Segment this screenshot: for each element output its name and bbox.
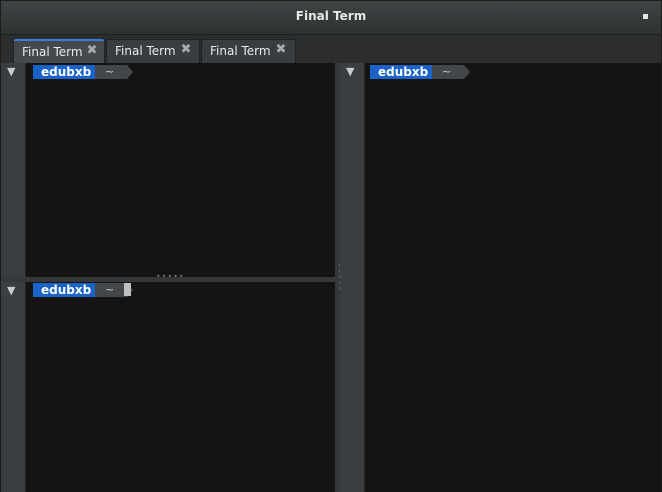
title-bar[interactable]: Final Term bbox=[1, 1, 661, 35]
collapse-triangle-icon[interactable]: ▼ bbox=[7, 65, 15, 78]
tab-label: Final Term bbox=[210, 44, 271, 58]
prompt-end-icon bbox=[464, 65, 470, 79]
splitter-grip-icon: ••••• bbox=[156, 272, 185, 281]
prompt-user: edubxb bbox=[33, 65, 95, 79]
prompt-user: edubxb bbox=[33, 283, 95, 297]
prompt-dir: ~ bbox=[432, 65, 464, 79]
prompt-end-icon bbox=[127, 65, 133, 79]
window-title: Final Term bbox=[295, 9, 367, 23]
tab-label: Final Term bbox=[115, 44, 176, 58]
terminal-pane-right[interactable]: ▼ edubxb ~ bbox=[340, 63, 661, 492]
terminal-pane-bottom-left[interactable]: ▼ edubxb ~ bbox=[1, 282, 335, 492]
close-icon[interactable]: ✖ bbox=[85, 44, 99, 58]
tab-3[interactable]: Final Term ✖ bbox=[201, 39, 296, 63]
tab-1[interactable]: Final Term ✖ bbox=[13, 39, 105, 63]
terminal-window: Final Term Final Term ✖ Final Term ✖ Fin… bbox=[0, 0, 662, 492]
tab-label: Final Term bbox=[22, 45, 83, 59]
tab-2[interactable]: Final Term ✖ bbox=[106, 39, 200, 63]
close-icon[interactable]: ✖ bbox=[274, 43, 288, 57]
pane-gutter: ▼ bbox=[340, 63, 365, 492]
tab-bar: Final Term ✖ Final Term ✖ Final Term ✖ bbox=[1, 35, 661, 63]
pane-gutter: ▼ bbox=[1, 282, 26, 492]
close-icon[interactable]: ✖ bbox=[179, 43, 193, 57]
prompt-user: edubxb bbox=[370, 65, 432, 79]
prompt-dir: ~ bbox=[95, 283, 127, 297]
collapse-triangle-icon[interactable]: ▼ bbox=[7, 284, 15, 297]
terminal-pane-top-left[interactable]: ▼ edubxb ~ bbox=[1, 63, 335, 277]
window-control-icon[interactable] bbox=[643, 14, 648, 19]
text-cursor bbox=[124, 283, 131, 296]
collapse-triangle-icon[interactable]: ▼ bbox=[346, 65, 354, 78]
pane-gutter: ▼ bbox=[1, 63, 26, 277]
prompt-dir: ~ bbox=[95, 65, 127, 79]
